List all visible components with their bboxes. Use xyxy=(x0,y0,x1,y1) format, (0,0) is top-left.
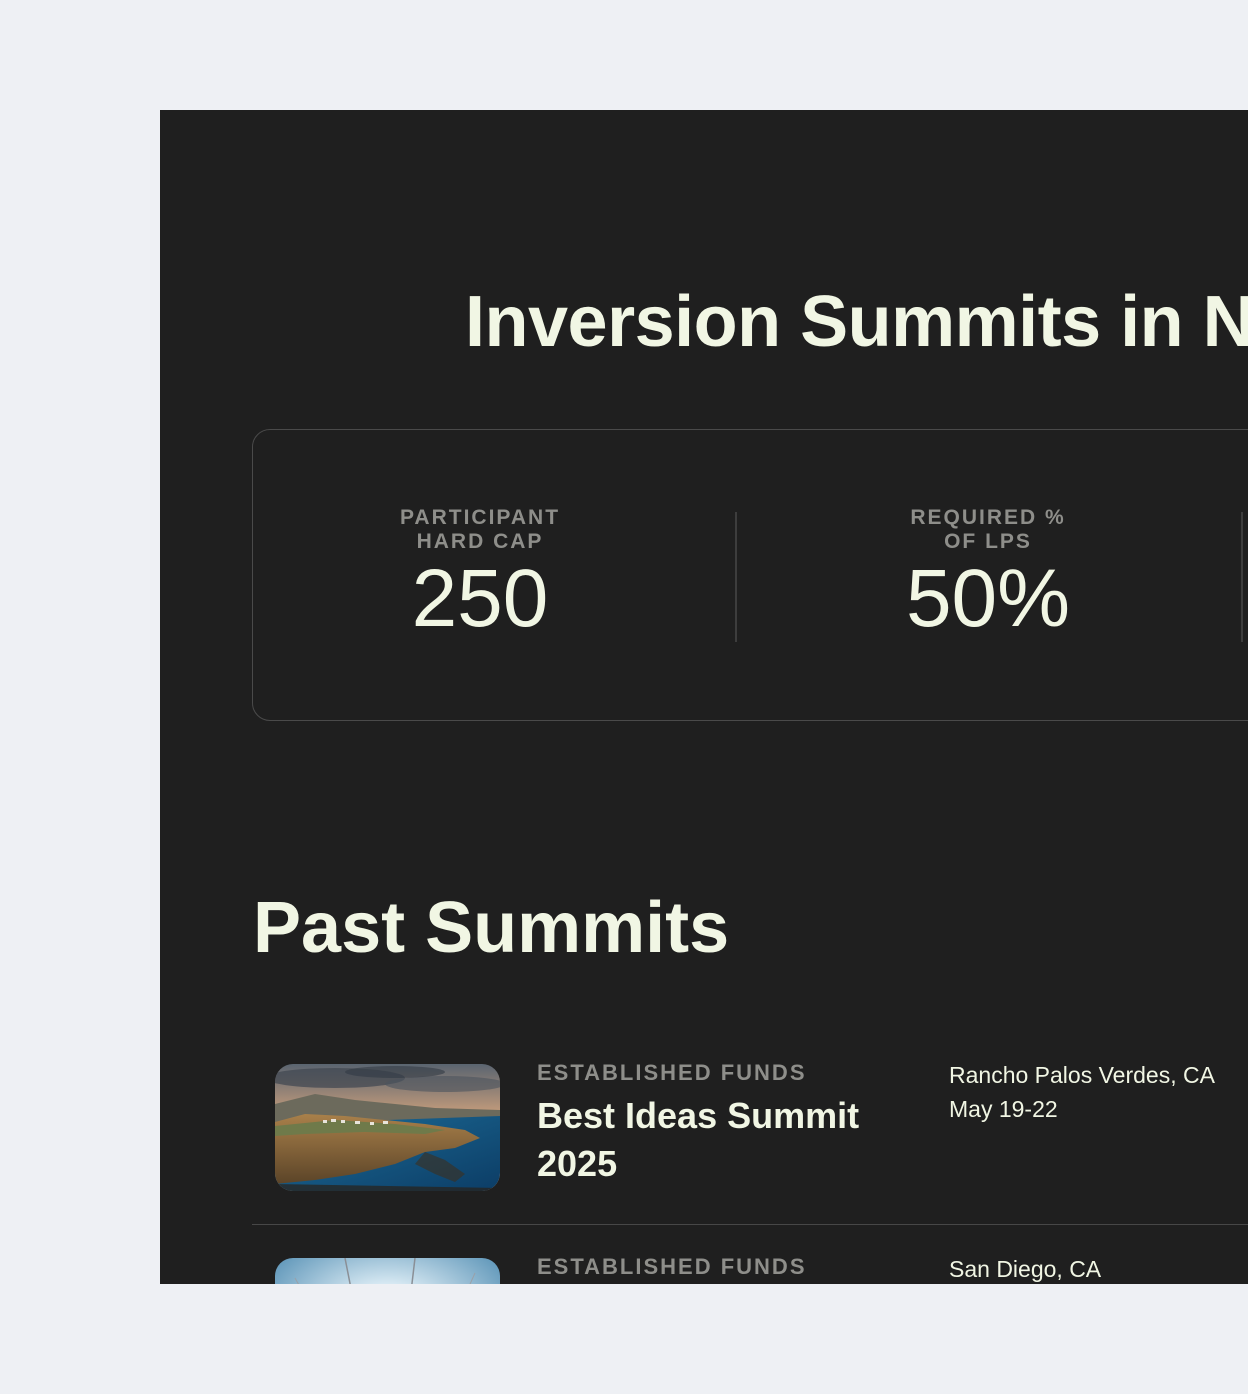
summit-row[interactable]: ESTABLISHED FUNDS Best Ideas Summit 2025… xyxy=(252,1060,1248,1225)
sky-sunburst-photo xyxy=(275,1258,500,1284)
summit-location: San Diego, CA xyxy=(949,1256,1102,1282)
stats-card: PARTICIPANT HARD CAP 250 REQUIRED % OF L… xyxy=(252,429,1248,721)
summits-panel: Inversion Summits in N PARTICIPANT HARD … xyxy=(160,110,1248,1284)
hero-title: Inversion Summits in N xyxy=(465,282,1248,362)
summit-category: ESTABLISHED FUNDS xyxy=(537,1060,807,1085)
past-summits-heading: Past Summits xyxy=(253,888,730,968)
stat-required-percent-lps: REQUIRED % OF LPS 50% xyxy=(863,506,1113,640)
stat-value: 50% xyxy=(905,553,1071,644)
summit-name[interactable]: Best Ideas Summit 2025 xyxy=(537,1092,897,1188)
stat-value: 250 xyxy=(411,553,549,644)
coastal-cliff-photo xyxy=(275,1064,500,1191)
summit-location: Rancho Palos Verdes, CA xyxy=(949,1062,1215,1088)
stat-participant-hard-cap: PARTICIPANT HARD CAP 250 xyxy=(355,506,605,640)
stat-label: PARTICIPANT HARD CAP xyxy=(399,506,561,553)
summit-row[interactable]: ESTABLISHED FUNDS San Diego, CA xyxy=(252,1254,1248,1284)
summit-category: ESTABLISHED FUNDS xyxy=(537,1254,807,1279)
stat-divider xyxy=(1241,512,1243,642)
summit-dates: May 19-22 xyxy=(949,1096,1058,1122)
stat-label: REQUIRED % OF LPS xyxy=(910,506,1066,553)
stat-divider xyxy=(735,512,737,642)
